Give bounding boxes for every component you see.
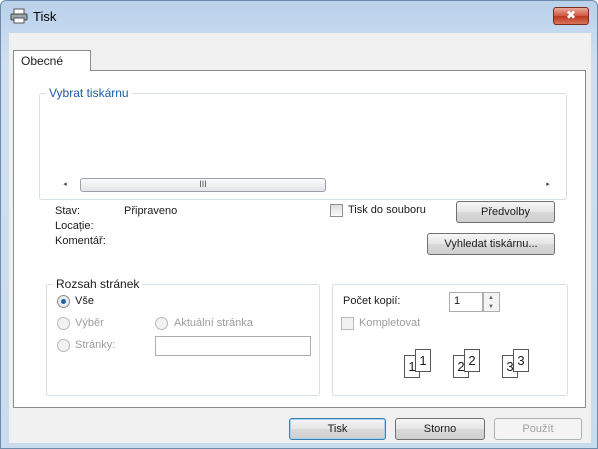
- cancel-button[interactable]: Storno: [395, 418, 485, 440]
- collate-page-icon: 2: [464, 349, 480, 372]
- collate-page-icon: 3: [513, 349, 529, 372]
- copies-input[interactable]: 1: [449, 292, 483, 312]
- collate-illustration: 1 1 2 2 3 3: [351, 347, 561, 387]
- copies-label: Počet kopií:: [343, 295, 401, 307]
- range-all-label[interactable]: Vše: [75, 295, 94, 307]
- status-label: Stav:: [55, 205, 81, 217]
- apply-button[interactable]: Použít: [494, 418, 582, 440]
- window-title: Tisk: [33, 9, 57, 24]
- scroll-left-icon[interactable]: ◂: [59, 179, 71, 191]
- range-selection-radio[interactable]: [57, 317, 70, 330]
- scroll-right-icon[interactable]: ▸: [542, 179, 554, 191]
- print-button[interactable]: Tisk: [289, 418, 386, 440]
- pages-input[interactable]: [155, 336, 311, 356]
- page-range-legend: Rozsah stránek: [53, 277, 143, 291]
- range-all-radio[interactable]: [57, 295, 70, 308]
- range-current-page-radio[interactable]: [155, 317, 168, 330]
- range-current-page-label[interactable]: Aktuální stránka: [174, 317, 253, 329]
- select-printer-legend: Vybrat tiskárnu: [46, 86, 132, 100]
- range-pages-label[interactable]: Stránky:: [75, 339, 115, 351]
- close-button[interactable]: ✖: [553, 7, 589, 25]
- scroll-thumb[interactable]: III: [80, 178, 326, 192]
- print-to-file-label[interactable]: Tisk do souboru: [348, 204, 426, 216]
- copies-stepper[interactable]: ▲ ▼: [483, 292, 500, 312]
- location-label: Locație:: [55, 220, 94, 232]
- tab-general[interactable]: Obecné: [13, 50, 91, 71]
- status-value: Připraveno: [124, 205, 178, 217]
- printer-list[interactable]: [47, 103, 559, 170]
- arrow-down-icon[interactable]: ▼: [488, 304, 494, 310]
- print-to-file-checkbox[interactable]: [330, 204, 343, 217]
- collate-label[interactable]: Kompletovat: [359, 317, 420, 329]
- collate-page-icon: 1: [415, 349, 431, 372]
- arrow-up-icon[interactable]: ▲: [488, 295, 494, 301]
- find-printer-button[interactable]: Vyhledat tiskárnu...: [427, 233, 555, 255]
- range-selection-label[interactable]: Výběr: [75, 317, 104, 329]
- collate-checkbox[interactable]: [341, 317, 354, 330]
- close-icon: ✖: [565, 8, 577, 22]
- range-pages-radio[interactable]: [57, 339, 70, 352]
- printer-icon: [10, 8, 28, 24]
- printer-list-scrollbar[interactable]: ◂ III ▸: [57, 178, 556, 192]
- preferences-button[interactable]: Předvolby: [456, 201, 555, 223]
- comment-label: Komentář:: [55, 235, 106, 247]
- title-bar: Tisk ✖: [1, 1, 597, 31]
